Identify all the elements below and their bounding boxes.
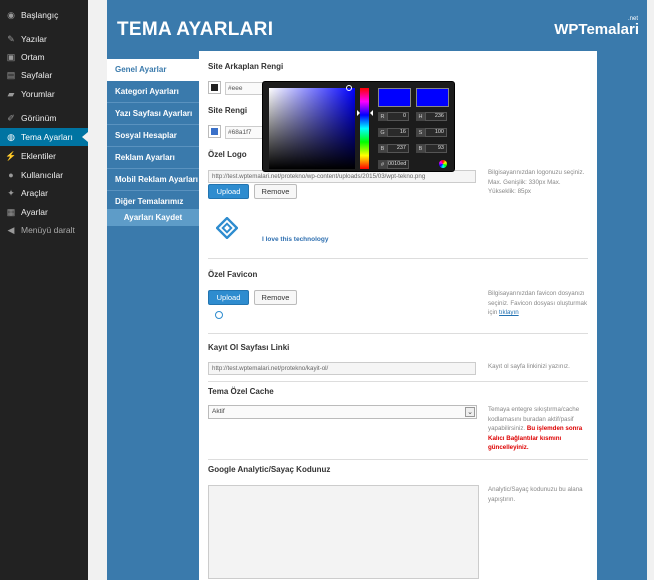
picker-field-g[interactable]: G 16	[378, 128, 409, 137]
sidebar-item-tools[interactable]: ✦ Araçlar	[0, 184, 88, 202]
picker-field-b[interactable]: B 237	[378, 144, 409, 153]
settings-tabs: Genel Ayarlar Kategori Ayarları Yazı Say…	[107, 59, 199, 213]
site-color-swatch[interactable]	[208, 125, 221, 138]
color-picker-popup: R0 G 16 B 237 H 236 S 100 B 93 #0010ed	[262, 81, 455, 172]
page-title: TEMA AYARLARI	[117, 19, 274, 40]
tab-social[interactable]: Sosyal Hesaplar	[107, 125, 199, 147]
logo-preview-text: I love this technology	[262, 236, 329, 243]
sidebar-item-theme-settings[interactable]: ◍ Tema Ayarları	[0, 128, 88, 146]
register-url-input[interactable]: http://test.wptemalari.net/protekno/kayi…	[208, 362, 476, 375]
chevron-down-icon: ⌄	[465, 407, 475, 417]
picker-field-s[interactable]: S 100	[416, 128, 447, 137]
hue-handle-left[interactable]	[357, 110, 360, 116]
cache-title: Tema Özel Cache	[208, 387, 274, 396]
hue-handle-right[interactable]	[370, 110, 373, 116]
brand-logo: WPTemalari	[554, 21, 639, 38]
comment-icon: ▰	[7, 88, 15, 99]
color-wheel-icon[interactable]	[439, 160, 447, 168]
sidebar-item-appearance[interactable]: ✐ Görünüm	[0, 109, 88, 127]
favicon-title: Özel Favicon	[208, 270, 258, 279]
new-color-preview	[378, 88, 411, 107]
analytics-textarea[interactable]	[208, 485, 479, 579]
collapse-icon: ◀	[7, 224, 15, 235]
saturation-field[interactable]	[269, 88, 355, 169]
cache-select[interactable]: Aktif ⌄	[208, 405, 477, 419]
favicon-remove-button[interactable]: Remove	[254, 290, 297, 305]
tab-mobile-ads[interactable]: Mobil Reklam Ayarları	[107, 169, 199, 191]
picker-field-r[interactable]: R0	[378, 112, 409, 121]
settings-icon: ▦	[6, 206, 16, 217]
sidebar-item-users[interactable]: ● Kullanıcılar	[0, 166, 88, 184]
favicon-generator-link[interactable]: tıklayın	[499, 309, 519, 316]
sidebar-item-posts[interactable]: ✎ Yazılar	[0, 30, 88, 48]
admin-sidebar: ◉ Başlangıç ✎ Yazılar ▣ Ortam ▤ Sayfalar ▰ Yo…	[0, 0, 88, 580]
hue-slider[interactable]	[360, 88, 369, 169]
dashboard-icon: ◉	[7, 9, 15, 20]
user-icon: ●	[8, 169, 14, 180]
page-icon: ▤	[6, 69, 16, 80]
logo-preview-icon	[216, 217, 238, 239]
site-color-title: Site Rengi	[208, 106, 248, 115]
register-hint: Kayıt ol sayfa linkinizi yazınız.	[488, 363, 570, 370]
picker-field-h[interactable]: H 236	[416, 112, 447, 121]
logo-title: Özel Logo	[208, 150, 247, 159]
tab-general[interactable]: Genel Ayarlar	[107, 59, 199, 81]
cache-hint: Temaya entegre sıkıştırma/cache kodlamas…	[488, 406, 583, 452]
bg-color-input[interactable]: #eee	[225, 82, 265, 95]
logo-upload-button[interactable]: Upload	[208, 184, 249, 199]
favicon-upload-button[interactable]: Upload	[208, 290, 249, 305]
brush-icon: ✐	[7, 112, 15, 123]
picker-field-brightness[interactable]: B 93	[416, 144, 447, 153]
sidebar-item-media[interactable]: ▣ Ortam	[0, 48, 88, 66]
tab-category[interactable]: Kategori Ayarları	[107, 81, 199, 103]
logo-hint: Bilgisayarınızdan logonuzu seçiniz. Max.…	[488, 169, 585, 196]
tab-post-page[interactable]: Yazı Sayfası Ayarları	[107, 103, 199, 125]
site-color-input[interactable]: #68a1f7	[225, 126, 265, 139]
plugin-icon: ⚡	[5, 150, 17, 161]
sidebar-item-dashboard[interactable]: ◉ Başlangıç	[0, 6, 88, 24]
register-link-title: Kayıt Ol Sayfası Linki	[208, 343, 290, 352]
sidebar-item-comments[interactable]: ▰ Yorumlar	[0, 85, 88, 103]
sidebar-collapse-menu[interactable]: ◀ Menüyü daralt	[0, 221, 88, 239]
sidebar-item-plugins[interactable]: ⚡ Eklentiler	[0, 147, 88, 165]
pin-icon: ✎	[7, 33, 15, 44]
sidebar-item-settings[interactable]: ▦ Ayarlar	[0, 203, 88, 221]
analytics-title: Google Analytic/Sayaç Kodunuz	[208, 465, 331, 474]
tab-ads[interactable]: Reklam Ayarları	[107, 147, 199, 169]
globe-icon: ◍	[7, 131, 15, 142]
bg-color-title: Site Arkaplan Rengi	[208, 62, 284, 71]
picker-field-hex[interactable]: #0010ed	[378, 160, 409, 169]
sidebar-item-pages[interactable]: ▤ Sayfalar	[0, 66, 88, 84]
favicon-hint: Bilgisayarınızdan favicon dosyanızı seçi…	[488, 290, 588, 317]
saturation-marker[interactable]	[346, 85, 352, 91]
logo-remove-button[interactable]: Remove	[254, 184, 297, 199]
wrench-icon: ✦	[7, 187, 15, 198]
favicon-preview-icon	[215, 311, 223, 319]
save-settings-button[interactable]: Ayarları Kaydet	[107, 209, 199, 226]
bg-color-swatch[interactable]	[208, 81, 221, 94]
current-color-preview	[416, 88, 449, 107]
media-icon: ▣	[6, 51, 16, 62]
analytics-hint: Analytic/Sayaç kodunuzu bu alana yapıştı…	[488, 486, 583, 503]
